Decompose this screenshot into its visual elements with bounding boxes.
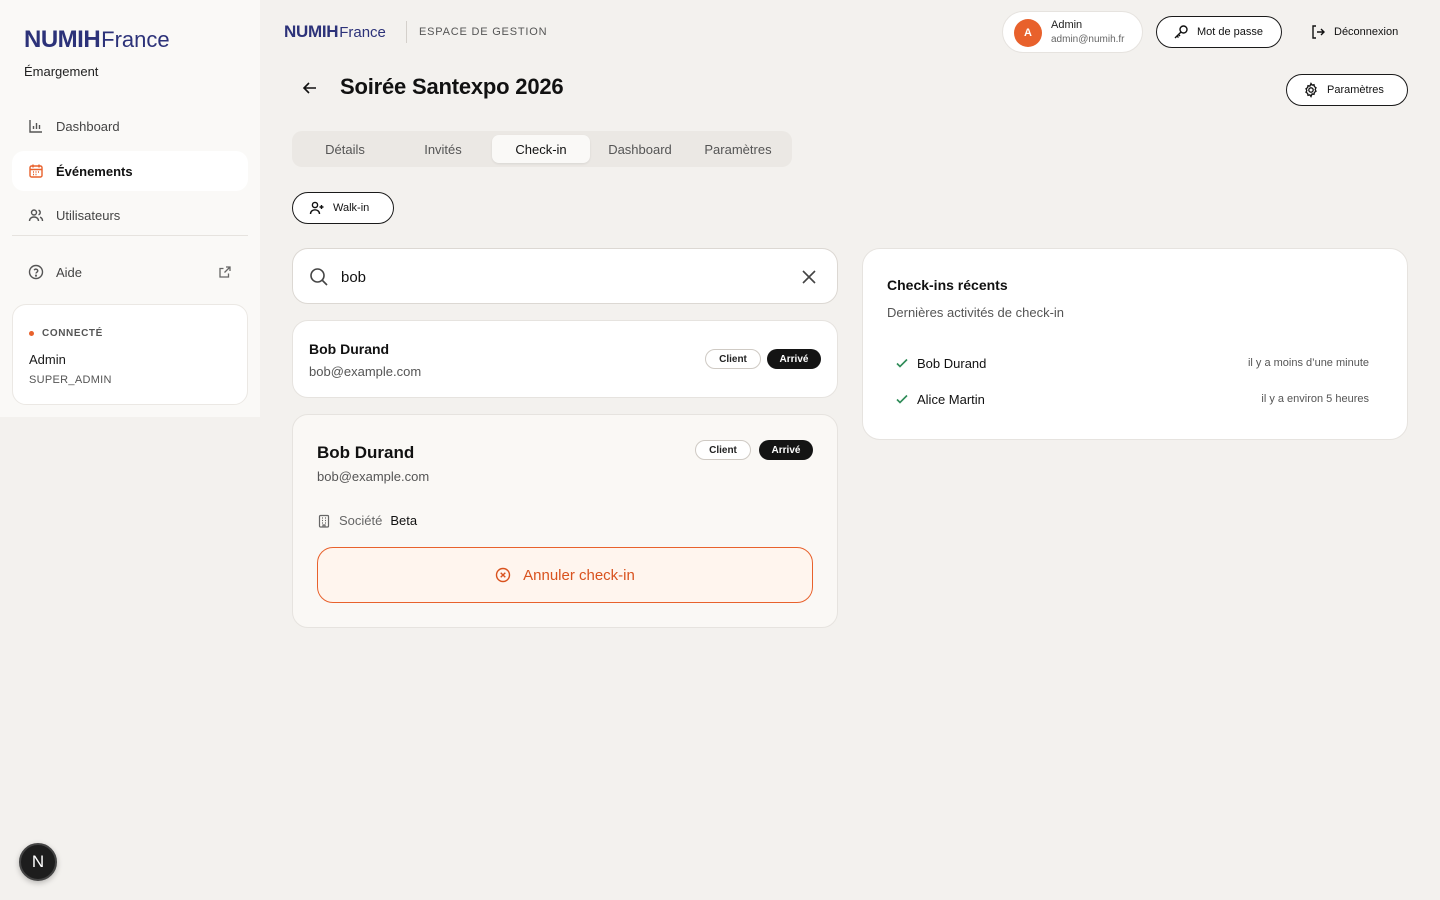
recent-subtitle: Dernières activités de check-in [887, 305, 1065, 320]
sidebar-divider [12, 235, 248, 236]
tab-details[interactable]: Détails [296, 135, 394, 163]
check-icon [895, 356, 909, 370]
calendar-icon [28, 163, 44, 179]
header-divider [406, 21, 407, 43]
cancel-check-in-label: Annuler check-in [523, 566, 635, 584]
connection-status-label: CONNECTÉ [29, 328, 103, 339]
guest-detail-name: Bob Durand [317, 443, 415, 462]
sidebar-item-label: Aide [56, 264, 83, 280]
sidebar-item-label: Utilisateurs [56, 207, 121, 223]
guest-detail-email: bob@example.com [317, 469, 430, 484]
tab-dashboard[interactable]: Dashboard [591, 135, 689, 163]
guest-detail-card: Bob Durand bob@example.com Client Arrivé… [292, 414, 838, 628]
sidebar-item-evenements[interactable]: Événements [12, 151, 248, 191]
walk-in-button[interactable]: Walk-in [292, 192, 394, 224]
guest-type-badge: Client [705, 349, 761, 369]
logout-button[interactable]: Déconnexion [1298, 16, 1398, 48]
status-badge: Arrivé [759, 440, 813, 460]
guest-search [292, 248, 838, 304]
status-badge: Arrivé [767, 349, 821, 369]
search-icon [309, 267, 329, 287]
logo-brand-suffix: France [101, 27, 170, 52]
recent-time: il y a environ 5 heures [1261, 393, 1369, 405]
recent-title: Check-ins récents [887, 277, 1008, 293]
building-icon [317, 514, 331, 528]
close-icon [802, 270, 816, 284]
status-text: CONNECTÉ [42, 328, 103, 339]
sidebar-item-dashboard[interactable]: Dashboard [12, 106, 248, 146]
logo-brand-suffix: France [339, 24, 386, 41]
avatar: A [1014, 19, 1042, 47]
walk-in-label: Walk-in [333, 202, 370, 214]
sidebar-logo[interactable]: NUMIH France [24, 26, 170, 54]
back-button[interactable] [296, 76, 324, 104]
recent-guest-name: Alice Martin [917, 391, 985, 407]
logo-brand: NUMIH [284, 22, 339, 41]
recent-guest-name: Bob Durand [917, 355, 987, 371]
user-menu[interactable]: A Admin admin@numih.fr [1002, 11, 1143, 53]
guest-email: bob@example.com [309, 364, 422, 379]
search-input[interactable] [341, 263, 771, 291]
recent-time: il y a moins d’une minute [1247, 357, 1369, 369]
arrow-left-icon [302, 80, 318, 101]
company-label: Société [339, 513, 383, 528]
check-icon [895, 392, 909, 406]
list-item: Bob Durand il y a moins d’une minute [887, 351, 1377, 375]
status-dot-icon [29, 331, 34, 336]
logout-label: Déconnexion [1334, 26, 1399, 38]
user-plus-icon [309, 200, 325, 216]
tab-parametres[interactable]: Paramètres [689, 135, 787, 163]
user-email: admin@numih.fr [1051, 34, 1125, 45]
settings-button[interactable]: Paramètres [1286, 74, 1408, 106]
app-subtitle: Émargement [24, 64, 99, 79]
tab-invites[interactable]: Invités [394, 135, 492, 163]
connected-user-role: SUPER_ADMIN [29, 374, 112, 386]
cancel-check-in-button[interactable]: Annuler check-in [317, 547, 813, 603]
connected-user-name: Admin [29, 352, 66, 367]
help-circle-icon [28, 264, 44, 280]
list-item: Alice Martin il y a environ 5 heures [887, 387, 1377, 411]
change-password-label: Mot de passe [1197, 26, 1264, 38]
header-logo[interactable]: NUMIH France [284, 22, 386, 42]
logout-icon [1310, 24, 1326, 40]
logo-brand: NUMIH [24, 26, 101, 53]
sidebar-item-label: Dashboard [56, 118, 120, 134]
search-result-card[interactable]: Bob Durand bob@example.com Client Arrivé [292, 320, 838, 398]
sidebar-item-aide[interactable]: Aide [12, 252, 248, 292]
header-space-label: ESPACE DE GESTION [419, 26, 548, 38]
page-title: Soirée Santexpo 2026 [340, 74, 564, 99]
bar-chart-icon [28, 118, 44, 134]
users-icon [28, 207, 44, 223]
sidebar-item-utilisateurs[interactable]: Utilisateurs [12, 195, 248, 235]
change-password-button[interactable]: Mot de passe [1156, 16, 1282, 48]
recent-check-ins-panel: Check-ins récents Dernières activités de… [862, 248, 1408, 440]
gear-icon [1303, 82, 1319, 98]
settings-label: Paramètres [1327, 84, 1384, 96]
guest-type-badge: Client [695, 440, 751, 460]
company-field: Société Beta [317, 513, 417, 528]
external-link-icon [218, 265, 232, 279]
dev-tools-button[interactable]: N [19, 843, 57, 881]
event-tabs: Détails Invités Check-in Dashboard Param… [292, 131, 792, 167]
company-value: Beta [390, 513, 418, 528]
sidebar-item-label: Événements [56, 163, 133, 179]
connection-status-card: CONNECTÉ Admin SUPER_ADMIN [12, 304, 248, 405]
sidebar: NUMIH France Émargement Dashboard Événem… [0, 0, 260, 417]
x-circle-icon [495, 567, 511, 583]
guest-name: Bob Durand [309, 341, 390, 357]
clear-search-button[interactable] [799, 267, 819, 287]
key-icon [1173, 24, 1189, 40]
tab-check-in[interactable]: Check-in [492, 135, 590, 163]
user-name: Admin [1051, 19, 1083, 31]
